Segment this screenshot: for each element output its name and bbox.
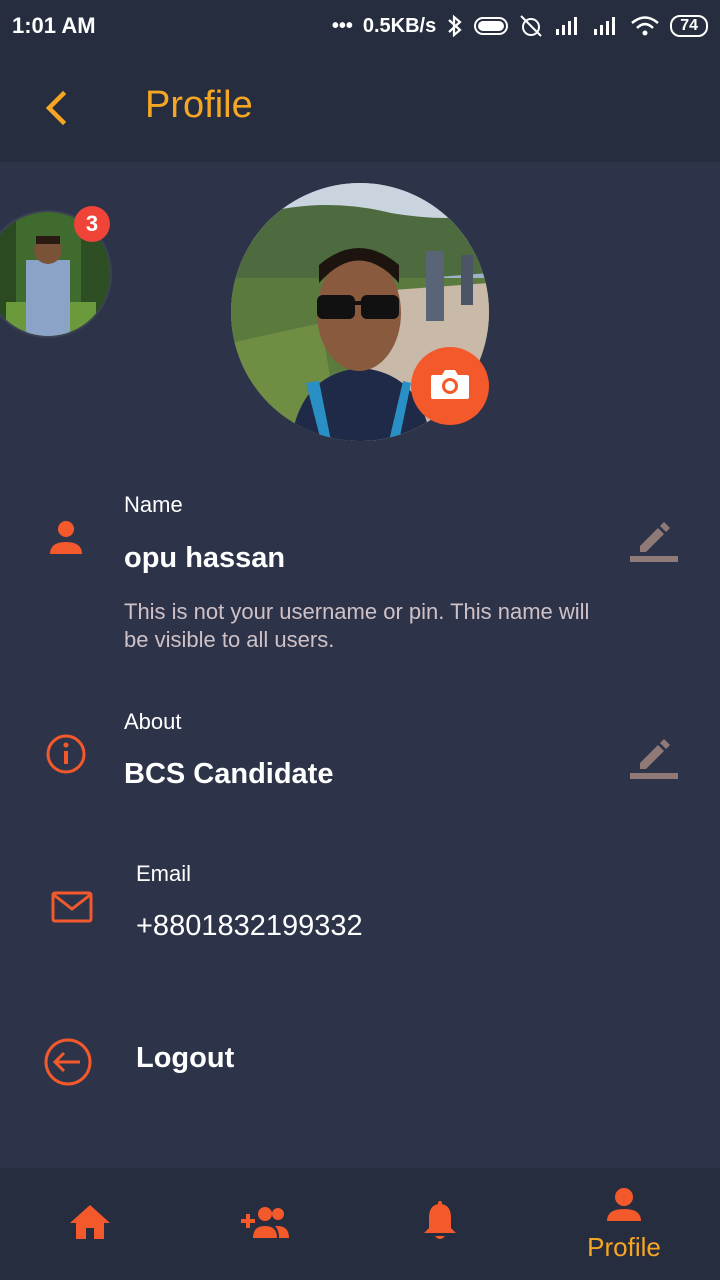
status-time: 1:01 AM [12,13,96,38]
email-value: +8801832199332 [136,910,363,942]
name-label: Name [124,492,183,517]
mail-icon [48,884,96,932]
home-icon [68,1202,112,1247]
name-helper-text: This is not your username or pin. This n… [124,599,590,652]
bottom-nav: Profile [0,1168,720,1280]
bell-icon [420,1200,460,1249]
signal-icon-2 [592,15,620,37]
more-dots: ••• [331,14,353,37]
status-icons: ••• 0.5KB/s 74 [332,14,708,38]
page-title: Profile [145,84,253,126]
nav-notifications[interactable] [350,1168,530,1280]
chevron-left-icon[interactable] [36,88,76,128]
battery-indicator: 74 [670,15,708,37]
name-value: opu hassan [124,542,286,574]
add-friends-icon [239,1202,291,1247]
person-icon [604,1185,644,1230]
edit-about-button[interactable] [628,727,684,783]
toggle-icon [474,16,509,36]
info-icon [42,730,90,778]
status-bar: 1:01 AM ••• 0.5KB/s 74 [0,0,720,52]
about-label: About [124,709,182,734]
nav-profile-label: Profile [587,1232,661,1262]
email-label: Email [136,861,192,886]
person-icon [42,514,90,562]
bluetooth-icon [446,14,464,38]
logout-button[interactable]: Logout [136,1042,234,1075]
change-photo-button[interactable] [411,347,489,425]
app-bar: Profile [0,52,720,162]
nav-profile[interactable]: Profile [534,1168,714,1280]
edit-name-button[interactable] [628,510,684,566]
about-value: BCS Candidate [124,758,334,790]
nav-add-friends[interactable] [175,1168,355,1280]
mute-alarm-icon [518,14,544,38]
camera-icon [429,366,471,407]
nav-home[interactable] [0,1168,180,1280]
network-speed: 0.5KB/s [362,14,437,37]
logout-icon[interactable] [42,1036,94,1088]
notification-badge: 3 [74,206,110,242]
wifi-icon [630,15,660,37]
signal-icon-1 [554,15,582,37]
